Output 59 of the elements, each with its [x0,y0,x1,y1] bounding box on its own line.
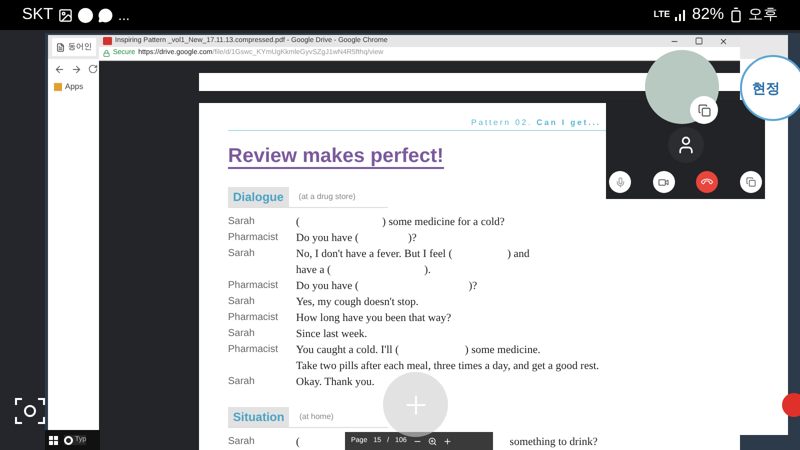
dialogue-line: ( ) some medicine for a cold? [296,215,505,230]
copy-icon [746,177,756,187]
windows-icon[interactable] [49,436,58,444]
speaker-name: Sarah [228,327,256,341]
dialogue-line: something to drink? [510,435,598,450]
dialogue-line: Since last week. [296,327,368,342]
zoom-icon[interactable] [428,436,437,446]
speaker-name: Pharmacist [228,311,280,325]
network-type: LTE [654,8,670,22]
signal-icon [674,8,688,22]
battery-level: 82% [692,5,724,25]
speaker-name: Sarah [228,215,256,229]
switch-window-button[interactable] [740,171,762,193]
dialogue-line: How long have you been that way? [296,311,452,326]
dialogue-line: ( [296,435,300,450]
section-note: (at home) [299,411,334,423]
dialogue-line: Okay. Thank you. [296,375,375,390]
speaker-name: Pharmacist [228,231,280,245]
copy-icon [698,104,710,116]
speaker-name: Sarah [228,375,256,389]
page-title: Review makes perfect! [228,145,444,169]
section-heading: Dialogue [228,187,289,207]
speaker-name: Sarah [228,435,256,449]
page-header: Pattern 02. Can I get... [471,117,601,129]
maximize-icon[interactable] [695,36,703,45]
forward-icon[interactable] [71,64,82,74]
back-icon[interactable] [54,64,65,74]
video-button[interactable] [652,171,675,193]
section-note: (at a drug store) [298,191,356,203]
zoom-in-icon[interactable] [442,436,452,446]
dialogue-line: No, I don't have a fever. But I feel ( ) and [296,247,530,262]
speaker-name: Sarah [228,295,256,309]
dialogue-line: have a ( ). [296,263,431,278]
dialogue-line: Yes, my cough doesn't stop. [296,295,418,310]
speaker-name: Pharmacist [228,279,280,293]
carrier-name: SKT [22,5,54,25]
mic-icon [614,176,626,188]
reload-icon[interactable] [88,64,98,74]
lock-icon [103,50,110,58]
dialogue-line: You caught a cold. I'll ( ) some medicine. [296,343,540,358]
section-heading: Situation [228,407,290,427]
pdf-icon [103,37,112,46]
dialogue-line: Do you have ( )? [296,279,478,294]
speaker-name: Pharmacist [228,343,280,357]
screenshot-icon[interactable] [14,396,46,426]
speaker-name: Sarah [228,247,256,261]
bookmark-link[interactable]: Apps [65,81,84,93]
dialogue-line: Do you have ( )? [296,231,417,246]
gallery-icon [58,8,74,22]
more-indicator: ... [118,6,130,24]
dialogue-line: Take two pills after each meal, three times a day, and get a good rest. [296,359,600,374]
camera-icon [658,176,670,188]
page-icon [56,42,65,52]
browser-tab[interactable]: 동어인 [52,38,96,56]
clock-period: 오후 [748,4,778,25]
hang-up-button[interactable] [696,171,718,193]
chat-icon [98,8,114,22]
mic-button[interactable] [609,171,631,193]
close-icon[interactable] [719,36,728,46]
